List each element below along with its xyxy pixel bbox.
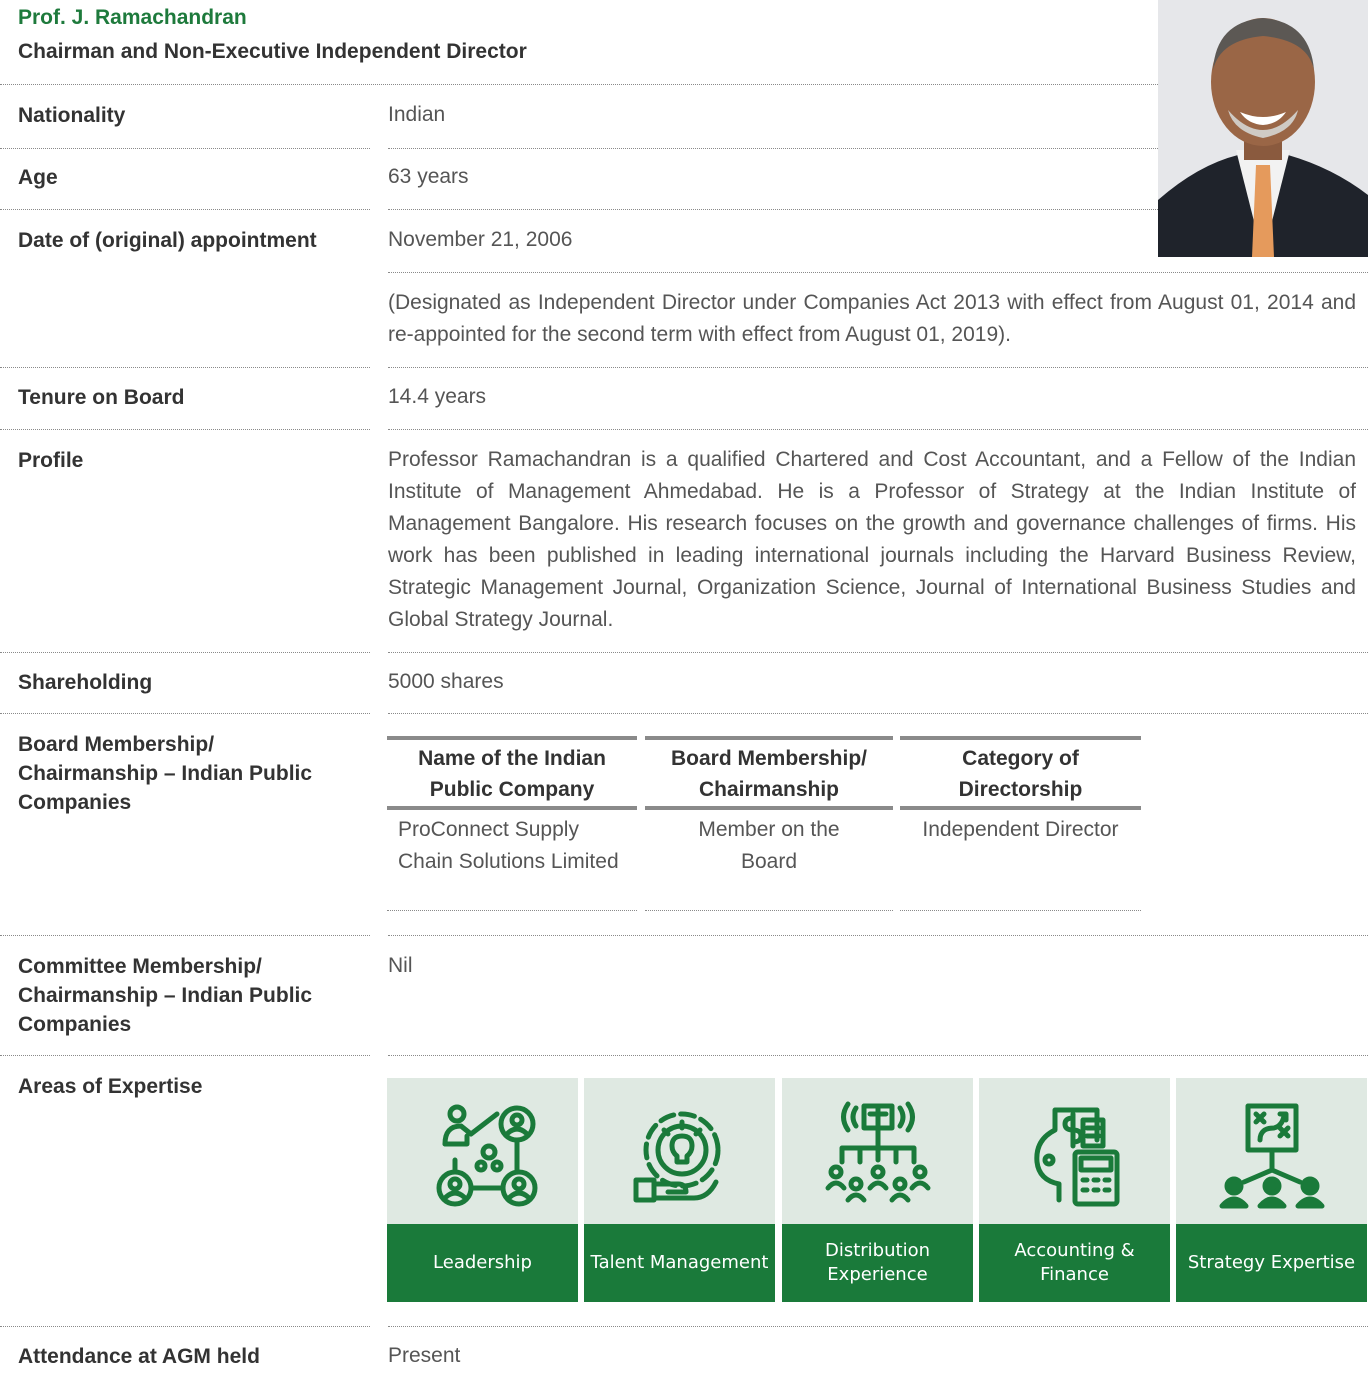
committee-value: Nil: [388, 954, 413, 977]
expertise-card-label: Distribution Experience: [782, 1224, 973, 1302]
distribution-icon: [825, 1101, 931, 1203]
shareholding-label: Shareholding: [18, 671, 153, 694]
age-label: Age: [18, 166, 58, 189]
board-table-cell: Independent Director: [900, 810, 1141, 911]
attendance-value: Present: [388, 1344, 461, 1367]
expertise-card-label: Leadership: [387, 1224, 578, 1302]
director-name: Prof. J. Ramachandran: [18, 6, 247, 29]
appointment-date: November 21, 2006: [388, 228, 573, 251]
shareholding-value: 5000 shares: [388, 670, 504, 693]
board-table-cell: Member on the Board: [645, 810, 893, 911]
attendance-label: Attendance at AGM held: [18, 1345, 260, 1368]
expertise-card-label: Accounting & Finance: [979, 1224, 1170, 1302]
leadership-icon: [436, 1104, 538, 1207]
board-table-header: Board Membership/ Chairmanship: [645, 736, 893, 810]
age-value: 63 years: [388, 165, 469, 188]
board-table-header: Name of the Indian Public Company: [387, 736, 637, 810]
expertise-card-distribution: Distribution Experience: [782, 1078, 973, 1302]
board-table-col-membership: Board Membership/ Chairmanship Member on…: [645, 736, 893, 911]
board-table-col-company: Name of the Indian Public Company ProCon…: [387, 736, 637, 911]
expertise-label: Areas of Expertise: [18, 1075, 203, 1098]
strategy-icon: [1219, 1103, 1325, 1209]
board-table-header: Category of Directorship: [900, 736, 1141, 810]
board-table-col-category: Category of Directorship Independent Dir…: [900, 736, 1141, 911]
appointment-label: Date of (original) appointment: [18, 229, 317, 252]
expertise-card-talent-management: Talent Management: [584, 1078, 775, 1302]
expertise-card-leadership: Leadership: [387, 1078, 578, 1302]
nationality-label: Nationality: [18, 104, 126, 127]
committee-label: Committee Membership/ Chairmanship – Ind…: [18, 955, 313, 1036]
accounting-finance-icon: [1034, 1107, 1120, 1207]
tenure-label: Tenure on Board: [18, 386, 185, 409]
expertise-card-accounting-finance: Accounting & Finance: [979, 1078, 1170, 1302]
profile-text: Professor Ramachandran is a qualified Ch…: [388, 448, 1356, 631]
board-table-cell: ProConnect Supply Chain Solutions Limite…: [387, 810, 637, 911]
nationality-value: Indian: [388, 103, 446, 126]
appointment-note: (Designated as Independent Director unde…: [388, 291, 1356, 346]
expertise-card-label: Talent Management: [584, 1224, 775, 1302]
director-photo: [1158, 0, 1368, 257]
talent-management-icon: [633, 1111, 721, 1203]
board-membership-label: Board Membership/ Chairmanship – Indian …: [18, 733, 313, 814]
expertise-card-label: Strategy Expertise: [1176, 1224, 1367, 1302]
expertise-card-strategy: Strategy Expertise: [1176, 1078, 1367, 1302]
profile-label: Profile: [18, 449, 84, 472]
tenure-value: 14.4 years: [388, 385, 487, 408]
director-designation: Chairman and Non-Executive Independent D…: [18, 40, 527, 63]
